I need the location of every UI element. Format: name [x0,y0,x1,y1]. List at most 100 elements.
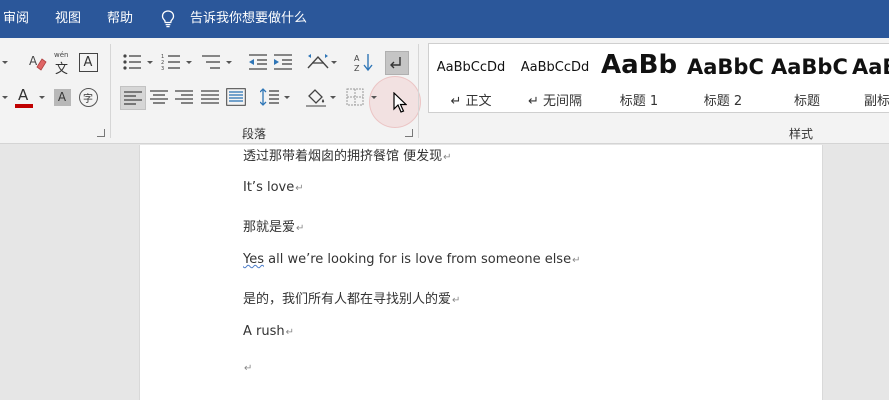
align-left-icon [124,91,142,105]
doc-paragraph[interactable]: Yes all we’re looking for is love from s… [243,252,580,267]
character-border-icon: A [78,52,98,72]
style-name: 标题 2 [703,94,743,109]
highlight-dropdown[interactable] [1,86,9,108]
numbering-dropdown[interactable] [185,51,193,73]
borders-icon [346,88,364,106]
sort-button[interactable]: A Z [352,51,374,73]
paragraph-text: 是的，我们所有人都在寻找别人的爱 [243,292,452,307]
line-spacing-dropdown[interactable] [283,86,291,108]
style-sample: AaBbCcDd [520,60,590,75]
paint-bucket-icon [306,89,326,107]
ribbon-tab-bar: 审阅 视图 帮助 告诉我你想要做什么 [0,0,889,38]
align-right-button[interactable] [173,86,195,108]
align-right-icon [175,90,193,104]
distributed-button[interactable] [225,86,247,108]
character-border-button[interactable]: A [77,51,99,73]
clear-formatting-button[interactable]: A [27,51,49,73]
phonetic-guide-button[interactable]: wén 文 [51,51,73,77]
align-center-button[interactable] [148,86,170,108]
font-color-glyph: A [18,86,29,104]
paragraph-text: 那就是爱 [243,220,296,235]
show-hide-marks-button[interactable] [385,51,409,75]
shading-dropdown[interactable] [329,86,337,108]
numbering-icon: 1 2 3 [161,54,180,71]
shading-button[interactable] [305,86,327,108]
increase-indent-icon [274,54,292,70]
borders-dropdown[interactable] [370,86,378,108]
style-heading-1[interactable]: AaBb 标题 1 [597,44,681,112]
phonetic-glyph: 文 [55,62,69,77]
doc-paragraph[interactable]: 透过那带着烟囱的拥挤餐馆 便发现↵ [243,145,452,164]
style-name: 标题 1 [619,94,659,109]
bullets-dropdown[interactable] [146,51,154,73]
align-left-button[interactable] [120,86,146,110]
styles-gallery: AaBbCcDd ↵ 正文 AaBbCcDd ↵ 无间隔 AaBb 标题 1 A… [428,43,889,113]
sort-icon: A Z [354,54,373,72]
svg-text:A: A [354,54,360,63]
paragraph-dialog-launcher[interactable] [405,129,413,137]
paragraph-text: It’s love [243,180,295,195]
paragraph-text: all we’re looking for is love from someo… [264,252,572,267]
style-name: ↵ 正文 [450,94,492,109]
doc-paragraph[interactable]: ↵ [243,360,252,375]
justify-button[interactable] [199,86,221,108]
lightbulb-icon [161,10,175,28]
style-sample: AaBb [852,55,889,79]
asian-layout-dropdown[interactable] [330,51,338,73]
style-sample: AaBb [601,50,678,80]
tell-me-label: 告诉我你想要做什么 [190,11,308,26]
style-heading-2[interactable]: AaBbC 标题 2 [681,44,765,112]
styles-group-label: 样式 [789,127,814,141]
font-dialog-launcher[interactable] [97,129,105,137]
asian-layout-button[interactable] [307,51,329,73]
style-sample: AaBbCcDd [436,60,506,75]
style-no-spacing[interactable]: AaBbCcDd ↵ 无间隔 [513,44,597,112]
style-title[interactable]: AaBbC 标题 [765,44,849,112]
decrease-indent-button[interactable] [247,51,269,73]
spelling-flagged-word[interactable]: Yes [243,252,264,267]
paragraph-mark-icon [390,57,401,69]
bullets-button[interactable] [121,51,143,73]
document-page[interactable]: 透过那带着烟囱的拥挤餐馆 便发现↵ It’s love↵ 那就是爱↵ Yes a… [139,145,823,400]
line-spacing-button[interactable] [259,86,281,108]
ribbon-home: A wén 文 A A A 字 1 2 3 A Z 段落 AaBbCcDd ↵ … [0,38,889,144]
paragraph-mark: ↵ [452,295,461,306]
borders-button[interactable] [344,86,366,108]
numbering-button[interactable]: 1 2 3 [160,51,182,73]
character-shading-button[interactable]: A [51,86,73,108]
doc-paragraph[interactable]: 是的，我们所有人都在寻找别人的爱↵ [243,288,460,307]
font-color-dropdown[interactable] [38,86,46,108]
tab-help[interactable]: 帮助 [107,0,133,38]
style-subtitle[interactable]: AaBb 副标 [849,44,889,112]
paragraph-text: A rush [243,324,285,339]
font-size-dropdown[interactable] [1,51,9,73]
align-center-icon [150,90,168,104]
decrease-indent-icon [249,54,267,70]
style-name: 标题 [793,94,820,109]
paragraph-mark: ↵ [296,223,305,234]
font-color-button[interactable]: A [13,86,35,108]
svg-text:Z: Z [354,64,360,72]
multilevel-list-dropdown[interactable] [225,51,233,73]
enclose-characters-icon: 字 [78,87,98,107]
character-shading-icon: A [53,88,71,106]
line-spacing-icon [260,88,279,106]
tab-review[interactable]: 审阅 [3,0,29,38]
increase-indent-button[interactable] [272,51,294,73]
group-separator [418,44,419,138]
tab-view[interactable]: 视图 [55,0,81,38]
svg-text:3: 3 [161,66,164,71]
distributed-icon [226,88,246,106]
style-sample: AaBbC [771,55,848,79]
doc-paragraph[interactable]: A rush↵ [243,324,294,339]
multilevel-list-button[interactable] [200,51,222,73]
style-normal[interactable]: AaBbCcDd ↵ 正文 [429,44,513,112]
doc-paragraph[interactable]: It’s love↵ [243,180,304,195]
asian-layout-icon [307,54,329,69]
enclose-characters-button[interactable]: 字 [77,86,99,108]
bullets-icon [123,54,141,70]
style-name: ↵ 无间隔 [527,94,583,109]
doc-paragraph[interactable]: 那就是爱↵ [243,216,304,235]
paragraph-mark: ↵ [295,183,304,194]
paragraph-mark: ↵ [572,255,581,266]
